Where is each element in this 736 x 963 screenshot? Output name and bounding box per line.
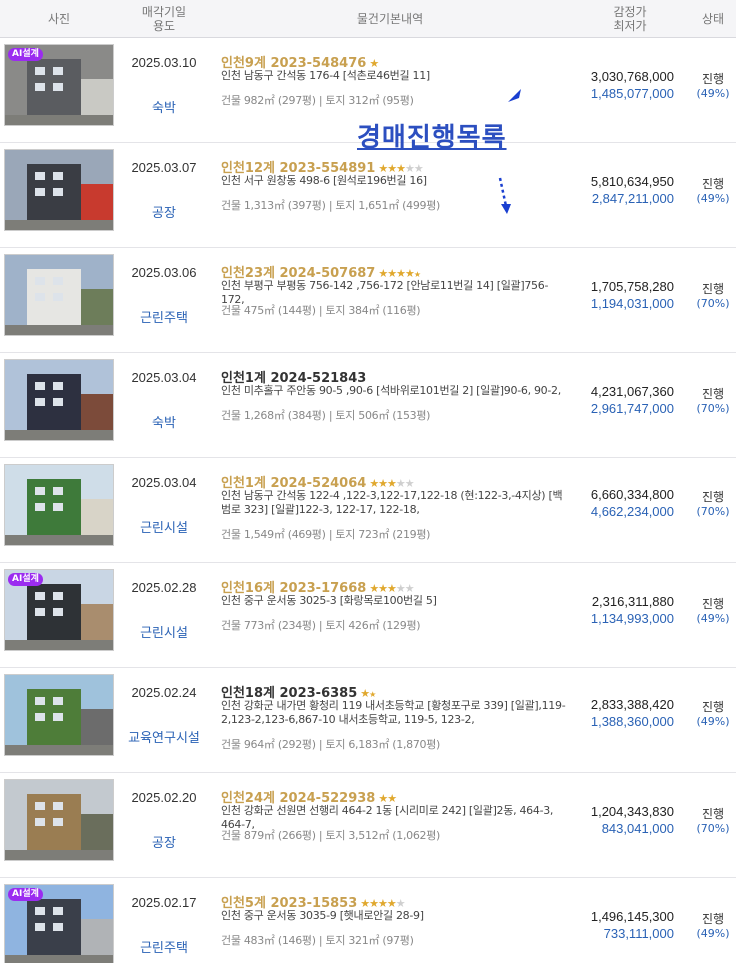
minimum-percent: (49%)	[696, 612, 730, 625]
status-text: 진행	[701, 490, 725, 504]
appraisal-price: 6,660,334,800	[590, 487, 674, 502]
property-photo[interactable]	[4, 254, 114, 336]
arrow-down-icon	[498, 177, 511, 214]
property-area: 건물 475㎡ (144평) | 토지 384㎡ (116평)	[221, 304, 421, 317]
property-photo[interactable]: AI설계	[4, 569, 114, 651]
property-area: 건물 879㎡ (266평) | 토지 3,512㎡ (1,062평)	[221, 829, 441, 842]
table-row[interactable]: AI설계 2025.02.17 근린주택 인천5계 2023-15853 ★★★★★ 인천…	[0, 878, 736, 963]
header-basic-info: 물건기본내역	[356, 12, 424, 26]
status-text: 진행	[701, 282, 725, 296]
table-row[interactable]: 2025.03.07 공장 인천12계 2023-554891 ★★★★★ 인천 서구 …	[0, 143, 736, 248]
minimum-price: 1,388,360,000	[590, 714, 674, 729]
minimum-percent: (70%)	[696, 297, 730, 310]
appraisal-price: 5,810,634,950	[590, 174, 674, 189]
appraisal-price: 3,030,768,000	[590, 69, 674, 84]
status-text: 진행	[701, 912, 725, 926]
auction-date: 2025.03.10	[131, 55, 197, 70]
minimum-percent: (70%)	[696, 822, 730, 835]
appraisal-price: 2,833,388,420	[590, 697, 674, 712]
minimum-percent: (49%)	[696, 715, 730, 728]
property-usage: 공장	[152, 206, 176, 221]
minimum-percent: (70%)	[696, 505, 730, 518]
status-text: 진행	[701, 807, 725, 821]
property-address: 인천 중구 운서동 3035-9 [햇내로안길 28-9]	[221, 909, 424, 922]
property-area: 건물 964㎡ (292평) | 토지 6,183㎡ (1,870평)	[221, 738, 441, 751]
property-area: 건물 773㎡ (234평) | 토지 426㎡ (129평)	[221, 619, 421, 632]
property-address: 인천 미추홀구 주안동 90-5 ,90-6 [석바위로101번길 2] [일괄…	[221, 384, 561, 397]
minimum-price: 2,961,747,000	[590, 401, 674, 416]
auction-date: 2025.03.04	[131, 475, 197, 490]
auction-date: 2025.03.06	[131, 265, 197, 280]
auction-list-overlay-title: 경매진행목록	[357, 123, 507, 153]
auction-date: 2025.03.04	[131, 370, 197, 385]
status-text: 진행	[701, 597, 725, 611]
property-photo[interactable]: AI설계	[4, 884, 114, 963]
property-usage: 숙박	[152, 416, 176, 431]
property-photo[interactable]	[4, 149, 114, 231]
appraisal-price: 1,705,758,280	[590, 279, 674, 294]
table-row[interactable]: AI설계 2025.02.28 근린시설 인천16계 2023-17668 ★★★★★ 인…	[0, 563, 736, 668]
property-photo[interactable]	[4, 779, 114, 861]
minimum-price: 1,134,993,000	[590, 611, 674, 626]
minimum-percent: (49%)	[696, 87, 730, 100]
minimum-price: 733,111,000	[603, 926, 674, 941]
minimum-percent: (49%)	[696, 192, 730, 205]
property-area: 건물 1,313㎡ (397평) | 토지 1,651㎡ (499평)	[221, 199, 441, 212]
status-text: 진행	[701, 72, 725, 86]
status-text: 진행	[701, 387, 725, 401]
minimum-price: 843,041,000	[601, 821, 674, 836]
minimum-price: 1,485,077,000	[590, 86, 674, 101]
property-usage: 교육연구시설	[128, 731, 200, 746]
ai-design-badge: AI설계	[8, 573, 43, 586]
appraisal-price: 2,316,311,880	[591, 594, 674, 609]
property-photo[interactable]: AI설계	[4, 44, 114, 126]
property-usage: 공장	[152, 836, 176, 851]
property-usage: 근린주택	[140, 941, 188, 956]
header-price[interactable]: 감정가 최저가	[570, 0, 690, 38]
property-area: 건물 1,268㎡ (384평) | 토지 506㎡ (153평)	[221, 409, 431, 422]
property-address: 인천 남동구 간석동 122-4 ,122-3,122-17,122-18 (현…	[221, 489, 563, 516]
minimum-price: 2,847,211,000	[591, 191, 674, 206]
minimum-percent: (70%)	[696, 402, 730, 415]
property-address: 인천 중구 운서동 3025-3 [화랑목로100번길 5]	[221, 594, 437, 607]
header-date-usage[interactable]: 매각기일 용도	[118, 0, 210, 38]
header-status: 상태	[701, 12, 725, 26]
table-header: 사진 매각기일 용도 물건기본내역 감정가 최저가 상태	[0, 0, 736, 38]
header-photo: 사진	[47, 12, 71, 26]
arrow-up-icon	[508, 89, 521, 102]
minimum-price: 1,194,031,000	[590, 296, 674, 311]
minimum-price: 4,662,234,000	[590, 504, 674, 519]
property-usage: 근린시설	[140, 626, 188, 641]
property-photo[interactable]	[4, 674, 114, 756]
auction-date: 2025.03.07	[131, 160, 197, 175]
table-row[interactable]: 2025.03.06 근린주택 인천23계 2024-507687 ★★★★★ 인천 부…	[0, 248, 736, 353]
auction-date: 2025.02.24	[131, 685, 197, 700]
auction-date: 2025.02.20	[131, 790, 197, 805]
property-usage: 숙박	[152, 101, 176, 116]
auction-date: 2025.02.17	[131, 895, 197, 910]
appraisal-price: 4,231,067,360	[590, 384, 674, 399]
status-text: 진행	[701, 177, 725, 191]
auction-date: 2025.02.28	[131, 580, 197, 595]
property-photo[interactable]	[4, 464, 114, 546]
appraisal-price: 1,496,145,300	[590, 909, 674, 924]
property-address: 인천 강화군 내가면 황청리 119 내서초등학교 [황청포구로 339] [일…	[221, 699, 566, 726]
appraisal-price: 1,204,343,830	[590, 804, 674, 819]
minimum-percent: (49%)	[696, 927, 730, 940]
ai-design-badge: AI설계	[8, 888, 43, 901]
ai-design-badge: AI설계	[8, 48, 43, 61]
table-row[interactable]: 2025.02.24 교육연구시설 인천18계 2023-6385 ★★ 인천 강화군 …	[0, 668, 736, 773]
property-address: 인천 남동구 간석동 176-4 [석촌로46번길 11]	[221, 69, 430, 82]
status-text: 진행	[701, 700, 725, 714]
property-area: 건물 982㎡ (297평) | 토지 312㎡ (95평)	[221, 94, 414, 107]
table-row[interactable]: 2025.02.20 공장 인천24계 2024-522938 ★★ 인천 강화군 선원…	[0, 773, 736, 878]
property-area: 건물 1,549㎡ (469평) | 토지 723㎡ (219평)	[221, 528, 431, 541]
property-photo[interactable]	[4, 359, 114, 441]
property-usage: 근린주택	[140, 311, 188, 326]
property-area: 건물 483㎡ (146평) | 토지 321㎡ (97평)	[221, 934, 414, 947]
table-row[interactable]: 2025.03.04 근린시설 인천1계 2024-524064 ★★★★★ 인천 남동…	[0, 458, 736, 563]
table-row[interactable]: 2025.03.04 숙박 인천1계 2024-521843 인천 미추홀구 주안동 …	[0, 353, 736, 458]
property-usage: 근린시설	[140, 521, 188, 536]
